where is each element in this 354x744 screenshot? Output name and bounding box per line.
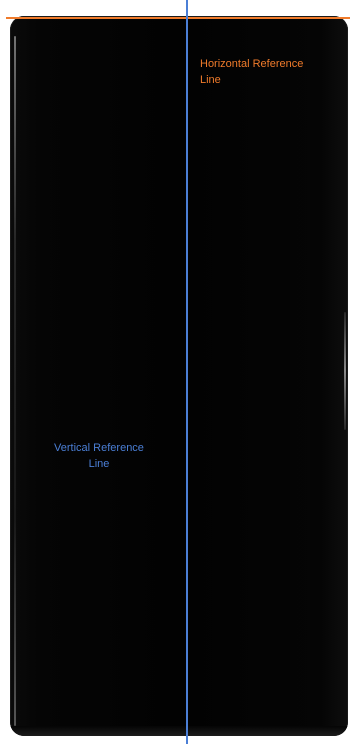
horizontal-reference-label-line2: Line: [200, 74, 221, 86]
vertical-reference-label-line1: Vertical Reference: [54, 442, 144, 454]
horizontal-reference-label-line1: Horizontal Reference: [200, 58, 304, 70]
vertical-reference-line: [186, 0, 188, 744]
horizontal-reference-label: Horizontal Reference Line: [200, 56, 330, 88]
horizontal-reference-line: [6, 17, 350, 19]
phone-body: [10, 16, 348, 736]
right-side-button-highlight: [344, 312, 346, 430]
vertical-reference-label-line2: Line: [88, 458, 110, 470]
left-edge-highlight: [14, 36, 16, 726]
vertical-reference-label: Vertical Reference Line: [34, 440, 164, 472]
bottom-edge: [10, 726, 348, 736]
figure-canvas: Horizontal Reference Line Vertical Refer…: [0, 0, 354, 744]
